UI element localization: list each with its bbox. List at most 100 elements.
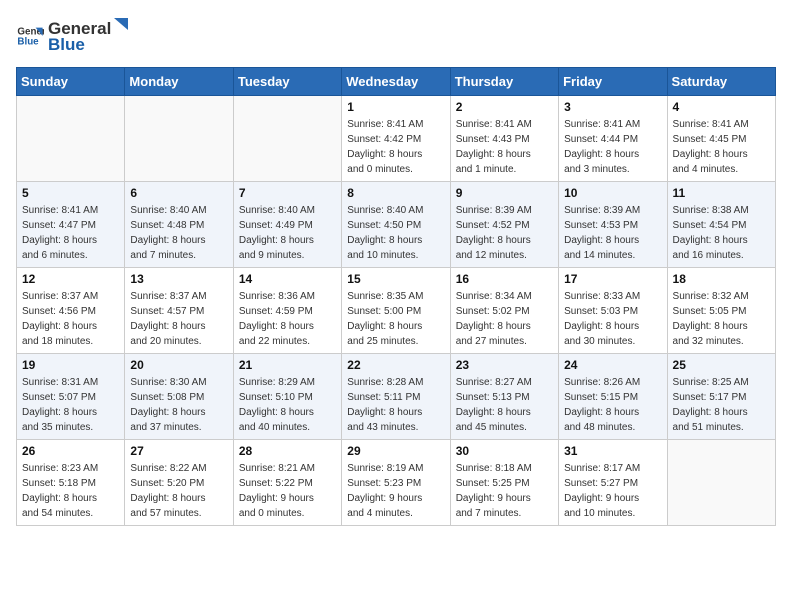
day-number: 12 (22, 272, 119, 286)
calendar-cell: 13 Sunrise: 8:37 AM Sunset: 4:57 PM Dayli… (125, 268, 233, 354)
day-info: Sunrise: 8:27 AM Sunset: 5:13 PM Dayligh… (456, 375, 553, 435)
weekday-header-thursday: Thursday (450, 68, 558, 96)
logo: General Blue General Blue (16, 16, 131, 55)
weekday-header-tuesday: Tuesday (233, 68, 341, 96)
calendar-cell: 29Sunrise: 8:19 AM Sunset: 5:23 PM Dayli… (342, 440, 450, 526)
day-info: Sunrise: 8:41 AM Sunset: 4:44 PM Dayligh… (564, 117, 661, 177)
calendar-cell: 24 Sunrise: 8:26 AM Sunset: 5:15 PM Dayli… (559, 354, 667, 440)
day-info: Sunrise: 8:38 AM Sunset: 4:54 PM Dayligh… (673, 203, 770, 263)
day-number: 25 (673, 358, 770, 372)
calendar-cell: 21Sunrise: 8:29 AM Sunset: 5:10 PM Dayli… (233, 354, 341, 440)
calendar-cell: 2Sunrise: 8:41 AM Sunset: 4:43 PM Daylig… (450, 96, 558, 182)
calendar-cell: 11 Sunrise: 8:38 AM Sunset: 4:54 PM Dayli… (667, 182, 775, 268)
day-number: 15 (347, 272, 444, 286)
day-info: Sunrise: 8:37 AM Sunset: 4:56 PM Dayligh… (22, 289, 119, 349)
calendar-cell: 20 Sunrise: 8:30 AM Sunset: 5:08 PM Dayli… (125, 354, 233, 440)
day-number: 19 (22, 358, 119, 372)
day-info: Sunrise: 8:41 AM Sunset: 4:42 PM Dayligh… (347, 117, 444, 177)
day-info: Sunrise: 8:31 AM Sunset: 5:07 PM Dayligh… (22, 375, 119, 435)
calendar-table: SundayMondayTuesdayWednesdayThursdayFrid… (16, 67, 776, 526)
calendar-cell: 25Sunrise: 8:25 AM Sunset: 5:17 PM Dayli… (667, 354, 775, 440)
day-number: 11 (673, 186, 770, 200)
day-number: 8 (347, 186, 444, 200)
calendar-cell: 14 Sunrise: 8:36 AM Sunset: 4:59 PM Dayli… (233, 268, 341, 354)
day-number: 18 (673, 272, 770, 286)
calendar-cell: 9Sunrise: 8:39 AM Sunset: 4:52 PM Daylig… (450, 182, 558, 268)
day-info: Sunrise: 8:39 AM Sunset: 4:52 PM Dayligh… (456, 203, 553, 263)
calendar-cell: 10Sunrise: 8:39 AM Sunset: 4:53 PM Dayli… (559, 182, 667, 268)
day-number: 7 (239, 186, 336, 200)
day-number: 23 (456, 358, 553, 372)
day-info: Sunrise: 8:22 AM Sunset: 5:20 PM Dayligh… (130, 461, 227, 521)
weekday-header-friday: Friday (559, 68, 667, 96)
weekday-header-wednesday: Wednesday (342, 68, 450, 96)
day-info: Sunrise: 8:40 AM Sunset: 4:50 PM Dayligh… (347, 203, 444, 263)
calendar-cell: 23 Sunrise: 8:27 AM Sunset: 5:13 PM Dayli… (450, 354, 558, 440)
calendar-week-row: 5 Sunrise: 8:41 AM Sunset: 4:47 PM Daylig… (17, 182, 776, 268)
day-number: 30 (456, 444, 553, 458)
calendar-cell: 31 Sunrise: 8:17 AM Sunset: 5:27 PM Dayli… (559, 440, 667, 526)
calendar-cell: 15 Sunrise: 8:35 AM Sunset: 5:00 PM Dayli… (342, 268, 450, 354)
weekday-header-monday: Monday (125, 68, 233, 96)
page-header: General Blue General Blue (16, 16, 776, 55)
day-info: Sunrise: 8:36 AM Sunset: 4:59 PM Dayligh… (239, 289, 336, 349)
svg-text:Blue: Blue (17, 36, 39, 47)
day-info: Sunrise: 8:41 AM Sunset: 4:45 PM Dayligh… (673, 117, 770, 177)
day-info: Sunrise: 8:28 AM Sunset: 5:11 PM Dayligh… (347, 375, 444, 435)
day-info: Sunrise: 8:21 AM Sunset: 5:22 PM Dayligh… (239, 461, 336, 521)
day-info: Sunrise: 8:29 AM Sunset: 5:10 PM Dayligh… (239, 375, 336, 435)
calendar-week-row: 19 Sunrise: 8:31 AM Sunset: 5:07 PM Dayli… (17, 354, 776, 440)
day-number: 6 (130, 186, 227, 200)
calendar-week-row: 1 Sunrise: 8:41 AM Sunset: 4:42 PM Daylig… (17, 96, 776, 182)
calendar-cell: 27 Sunrise: 8:22 AM Sunset: 5:20 PM Dayli… (125, 440, 233, 526)
calendar-cell: 16 Sunrise: 8:34 AM Sunset: 5:02 PM Dayli… (450, 268, 558, 354)
day-number: 16 (456, 272, 553, 286)
calendar-cell: 4 Sunrise: 8:41 AM Sunset: 4:45 PM Daylig… (667, 96, 775, 182)
calendar-cell: 5 Sunrise: 8:41 AM Sunset: 4:47 PM Daylig… (17, 182, 125, 268)
day-info: Sunrise: 8:17 AM Sunset: 5:27 PM Dayligh… (564, 461, 661, 521)
calendar-cell: 18 Sunrise: 8:32 AM Sunset: 5:05 PM Dayli… (667, 268, 775, 354)
calendar-cell: 17Sunrise: 8:33 AM Sunset: 5:03 PM Dayli… (559, 268, 667, 354)
day-info: Sunrise: 8:34 AM Sunset: 5:02 PM Dayligh… (456, 289, 553, 349)
day-number: 4 (673, 100, 770, 114)
calendar-cell: 26Sunrise: 8:23 AM Sunset: 5:18 PM Dayli… (17, 440, 125, 526)
calendar-cell (233, 96, 341, 182)
day-info: Sunrise: 8:33 AM Sunset: 5:03 PM Dayligh… (564, 289, 661, 349)
day-info: Sunrise: 8:41 AM Sunset: 4:47 PM Dayligh… (22, 203, 119, 263)
day-info: Sunrise: 8:37 AM Sunset: 4:57 PM Dayligh… (130, 289, 227, 349)
weekday-header-saturday: Saturday (667, 68, 775, 96)
day-number: 24 (564, 358, 661, 372)
calendar-cell: 22Sunrise: 8:28 AM Sunset: 5:11 PM Dayli… (342, 354, 450, 440)
calendar-week-row: 12 Sunrise: 8:37 AM Sunset: 4:56 PM Dayli… (17, 268, 776, 354)
calendar-cell (17, 96, 125, 182)
calendar-cell: 19 Sunrise: 8:31 AM Sunset: 5:07 PM Dayli… (17, 354, 125, 440)
day-info: Sunrise: 8:26 AM Sunset: 5:15 PM Dayligh… (564, 375, 661, 435)
day-info: Sunrise: 8:40 AM Sunset: 4:49 PM Dayligh… (239, 203, 336, 263)
calendar-cell: 3Sunrise: 8:41 AM Sunset: 4:44 PM Daylig… (559, 96, 667, 182)
calendar-cell: 1 Sunrise: 8:41 AM Sunset: 4:42 PM Daylig… (342, 96, 450, 182)
calendar-cell: 6Sunrise: 8:40 AM Sunset: 4:48 PM Daylig… (125, 182, 233, 268)
calendar-cell (667, 440, 775, 526)
day-info: Sunrise: 8:30 AM Sunset: 5:08 PM Dayligh… (130, 375, 227, 435)
day-info: Sunrise: 8:23 AM Sunset: 5:18 PM Dayligh… (22, 461, 119, 521)
day-number: 5 (22, 186, 119, 200)
day-info: Sunrise: 8:41 AM Sunset: 4:43 PM Dayligh… (456, 117, 553, 177)
day-info: Sunrise: 8:18 AM Sunset: 5:25 PM Dayligh… (456, 461, 553, 521)
day-number: 14 (239, 272, 336, 286)
day-number: 13 (130, 272, 227, 286)
day-number: 10 (564, 186, 661, 200)
calendar-cell: 7 Sunrise: 8:40 AM Sunset: 4:49 PM Daylig… (233, 182, 341, 268)
day-number: 31 (564, 444, 661, 458)
day-number: 28 (239, 444, 336, 458)
day-number: 27 (130, 444, 227, 458)
calendar-week-row: 26Sunrise: 8:23 AM Sunset: 5:18 PM Dayli… (17, 440, 776, 526)
day-number: 20 (130, 358, 227, 372)
day-info: Sunrise: 8:35 AM Sunset: 5:00 PM Dayligh… (347, 289, 444, 349)
calendar-cell: 12 Sunrise: 8:37 AM Sunset: 4:56 PM Dayli… (17, 268, 125, 354)
logo-icon: General Blue (16, 22, 44, 50)
day-info: Sunrise: 8:32 AM Sunset: 5:05 PM Dayligh… (673, 289, 770, 349)
calendar-cell: 30 Sunrise: 8:18 AM Sunset: 5:25 PM Dayli… (450, 440, 558, 526)
calendar-cell (125, 96, 233, 182)
day-number: 1 (347, 100, 444, 114)
weekday-header-sunday: Sunday (17, 68, 125, 96)
